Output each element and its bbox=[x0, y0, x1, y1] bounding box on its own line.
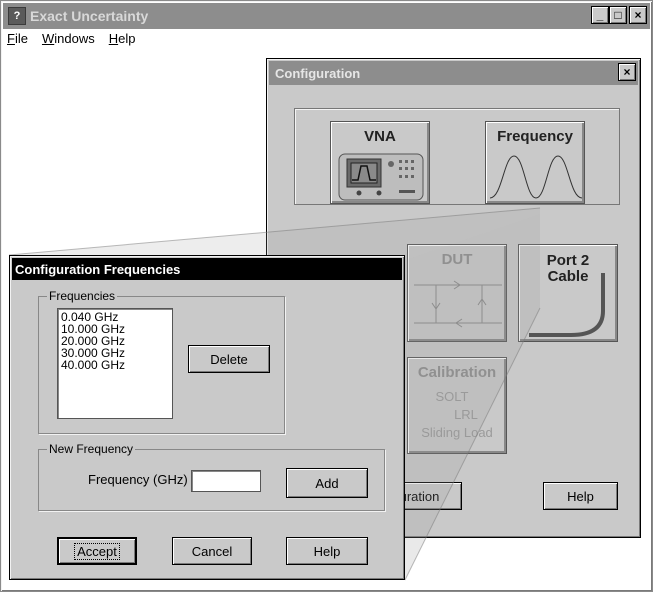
cal-sliding-load: Sliding Load bbox=[421, 425, 493, 440]
cancel-label: Cancel bbox=[191, 543, 233, 559]
close-button[interactable]: × bbox=[629, 6, 647, 24]
minimize-button[interactable]: _ bbox=[591, 6, 609, 24]
delete-button[interactable]: Delete bbox=[188, 345, 270, 373]
add-label: Add bbox=[315, 475, 339, 491]
cal-solt: SOLT bbox=[435, 389, 469, 404]
port2-label: Port 2 bbox=[546, 252, 590, 269]
app-question-icon[interactable]: ? bbox=[8, 7, 26, 25]
calibration-tile[interactable]: Calibration SOLT LRL Sliding Load bbox=[407, 357, 507, 454]
frequencies-titlebar[interactable]: Configuration Frequencies bbox=[12, 258, 402, 280]
calibration-label: Calibration bbox=[417, 364, 497, 381]
dialog-help-button[interactable]: Help bbox=[286, 537, 368, 565]
frequencies-group-label: Frequencies bbox=[47, 289, 118, 303]
menu-windows-accel: W bbox=[41, 31, 55, 46]
accept-label: Accept bbox=[74, 542, 120, 560]
accept-button[interactable]: Accept bbox=[57, 537, 137, 565]
frequency-ghz-label: Frequency (GHz) bbox=[88, 472, 188, 487]
main-titlebar[interactable]: ? Exact Uncertainty _ □ × bbox=[3, 3, 650, 29]
menu-windows[interactable]: Windows bbox=[42, 31, 95, 46]
dut-tile[interactable]: DUT bbox=[407, 244, 507, 342]
menu-file-rest: ile bbox=[14, 31, 28, 46]
minimize-icon: _ bbox=[596, 8, 604, 22]
maximize-icon: □ bbox=[614, 8, 622, 22]
cable-icon bbox=[529, 273, 605, 337]
menu-bar: File Windows Help bbox=[7, 31, 135, 46]
frequency-input[interactable] bbox=[191, 470, 261, 492]
vna-label: VNA bbox=[364, 128, 396, 145]
frequency-label: Frequency bbox=[497, 128, 573, 145]
cancel-button[interactable]: Cancel bbox=[172, 537, 252, 565]
configuration-titlebar[interactable]: Configuration × bbox=[269, 61, 638, 85]
close-icon: × bbox=[634, 8, 642, 22]
maximize-button[interactable]: □ bbox=[609, 6, 627, 24]
menu-windows-rest: indows bbox=[54, 31, 95, 46]
app-icon-glyph: ? bbox=[13, 10, 21, 22]
frequency-listbox[interactable]: 0.040 GHz 10.000 GHz 20.000 GHz 30.000 G… bbox=[57, 308, 173, 419]
frequencies-dialog-title: Configuration Frequencies bbox=[15, 261, 181, 277]
vna-instrument-icon bbox=[338, 153, 424, 201]
configuration-frequencies-dialog: Configuration Frequencies Frequencies 0.… bbox=[9, 255, 405, 580]
sine-wave-icon bbox=[489, 155, 583, 199]
delete-label: Delete bbox=[210, 351, 248, 367]
menu-help[interactable]: Help bbox=[109, 31, 136, 46]
configuration-close-button[interactable]: × bbox=[618, 63, 636, 81]
configuration-help-button[interactable]: Help bbox=[543, 482, 618, 510]
configuration-help-label: Help bbox=[567, 488, 594, 504]
dialog-help-label: Help bbox=[313, 543, 341, 559]
app-title: Exact Uncertainty bbox=[30, 8, 149, 24]
menu-file[interactable]: File bbox=[7, 31, 28, 46]
dut-network-icon bbox=[414, 280, 502, 328]
menu-file-accel: F bbox=[7, 31, 15, 46]
calibration-methods: SOLT LRL Sliding Load bbox=[408, 388, 506, 442]
frequency-tile[interactable]: Frequency bbox=[485, 121, 585, 204]
dut-label: DUT bbox=[441, 251, 473, 268]
menu-help-accel: H bbox=[108, 31, 119, 46]
port2-cable-tile[interactable]: Port 2 Cable bbox=[518, 244, 618, 342]
close-icon: × bbox=[623, 65, 631, 79]
configuration-partial-label: uration bbox=[399, 488, 440, 504]
add-button[interactable]: Add bbox=[286, 468, 368, 498]
new-frequency-group-label: New Frequency bbox=[47, 442, 136, 456]
vna-tile[interactable]: VNA bbox=[330, 121, 430, 204]
configuration-title: Configuration bbox=[275, 65, 361, 81]
menu-help-rest: elp bbox=[118, 31, 136, 46]
cal-lrl: LRL bbox=[454, 407, 478, 422]
list-item[interactable]: 40.000 GHz bbox=[61, 359, 172, 371]
